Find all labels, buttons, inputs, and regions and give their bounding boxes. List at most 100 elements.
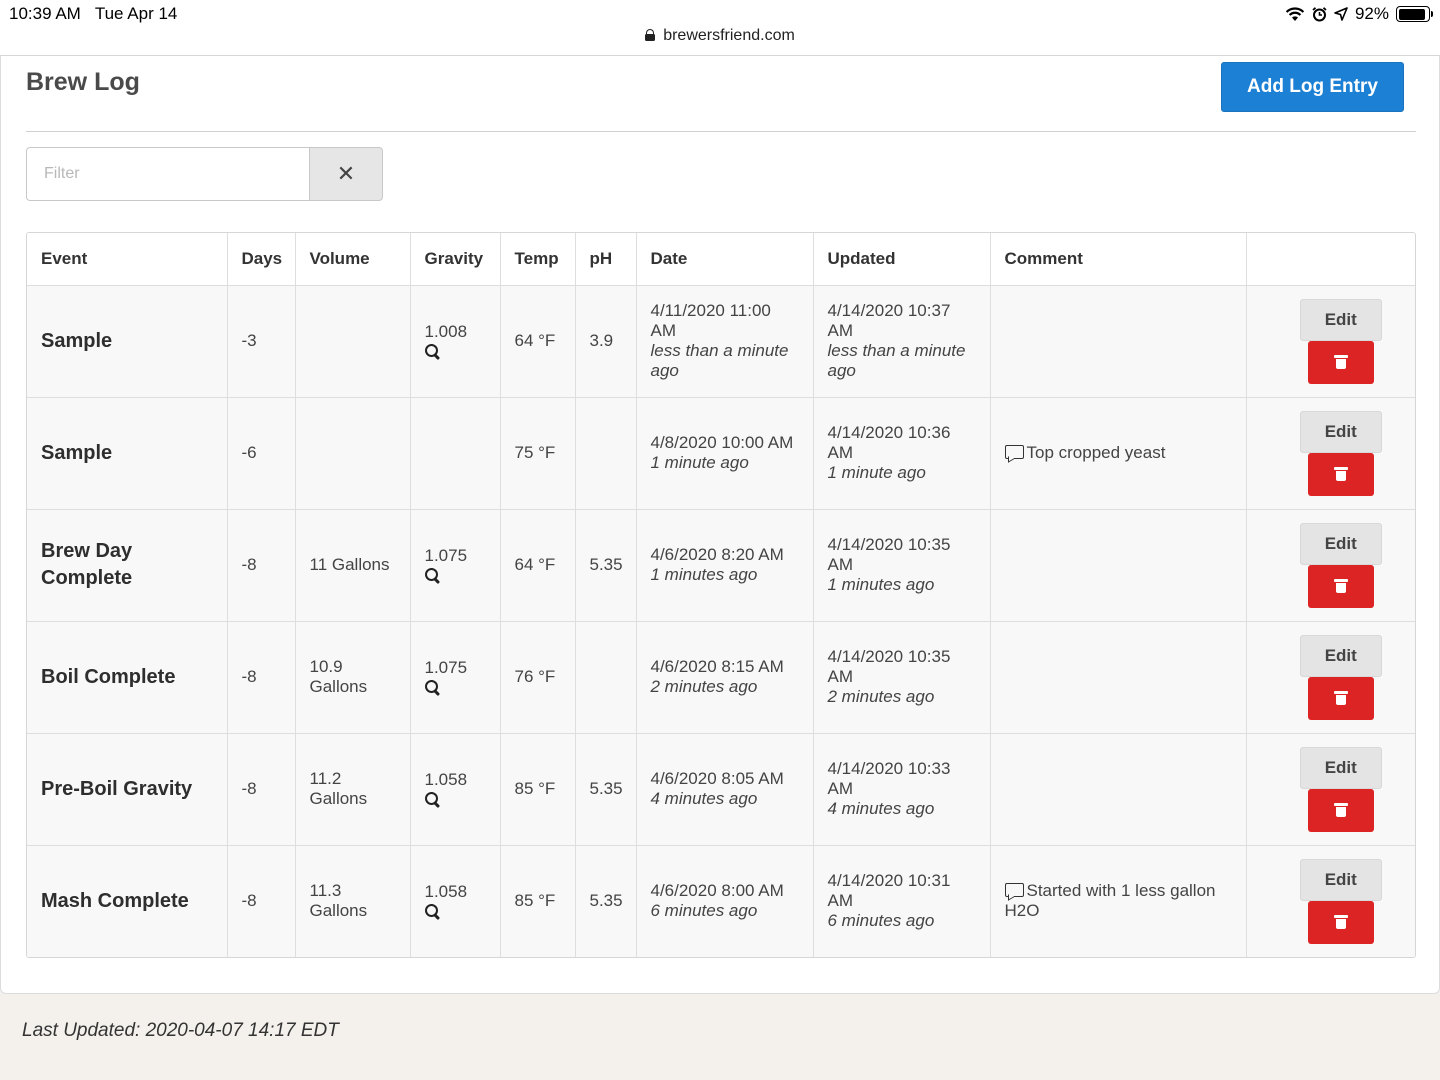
cell-volume: 11 Gallons bbox=[295, 509, 411, 622]
date-value: 4/6/2020 8:20 AM bbox=[650, 545, 784, 564]
row-actions: Edit bbox=[1265, 858, 1416, 944]
header-volume[interactable]: Volume bbox=[295, 233, 411, 286]
header-comment[interactable]: Comment bbox=[990, 233, 1247, 286]
comment-text: Started with 1 less gallon H2O bbox=[1004, 881, 1216, 921]
brew-log-card: Brew Log Add Log Entry ✕ Event Days Volu… bbox=[0, 56, 1440, 994]
cell-event: Pre-Boil Gravity bbox=[27, 733, 228, 846]
trash-icon bbox=[1333, 691, 1348, 705]
cell-temp: 85 °F bbox=[500, 733, 576, 846]
table-row: Brew Day Complete -8 11 Gallons 1.075 64 °F 5… bbox=[27, 509, 1416, 622]
updated-relative: less than a minute ago bbox=[827, 341, 966, 380]
url-text: brewersfriend.com bbox=[663, 27, 795, 44]
cell-days: -6 bbox=[227, 397, 296, 510]
updated-value: 4/14/2020 10:31 AM bbox=[827, 871, 951, 911]
table-row: Pre-Boil Gravity -8 11.2 Gallons 1.058 85 °F… bbox=[27, 733, 1416, 846]
location-icon bbox=[1334, 7, 1348, 21]
date-value: 4/6/2020 8:05 AM bbox=[650, 769, 784, 788]
edit-button[interactable]: Edit bbox=[1299, 522, 1382, 565]
status-date: Tue Apr 14 bbox=[94, 4, 178, 23]
date-relative: 1 minute ago bbox=[650, 453, 749, 472]
cell-volume bbox=[295, 397, 411, 510]
filter-clear-button[interactable]: ✕ bbox=[309, 147, 383, 201]
cell-comment: Top cropped yeast bbox=[990, 397, 1247, 510]
status-bar: 10:39 AM Tue Apr 14 92% brewersfriend.com bbox=[0, 0, 1440, 56]
address-bar[interactable]: brewersfriend.com bbox=[0, 27, 1440, 45]
cell-gravity: 1.058 bbox=[410, 733, 501, 846]
search-icon[interactable] bbox=[424, 568, 441, 584]
date-relative: 4 minutes ago bbox=[650, 789, 758, 808]
table-row: Sample -6 75 °F 4/8/2020 10:00 AM 1 minute a… bbox=[27, 397, 1416, 510]
cell-temp: 75 °F bbox=[500, 397, 576, 510]
header-date[interactable]: Date bbox=[636, 233, 814, 286]
header-days[interactable]: Days bbox=[227, 233, 296, 286]
cell-actions: Edit bbox=[1246, 845, 1416, 957]
cell-ph: 5.35 bbox=[575, 509, 637, 622]
cell-comment bbox=[990, 509, 1247, 622]
row-actions: Edit bbox=[1265, 746, 1416, 832]
row-actions: Edit bbox=[1265, 522, 1416, 608]
cell-date: 4/8/2020 10:00 AM 1 minute ago bbox=[636, 397, 814, 510]
cell-volume: 11.2 Gallons bbox=[295, 733, 411, 846]
comment-text: Top cropped yeast bbox=[1026, 443, 1166, 462]
battery-level bbox=[1398, 8, 1426, 20]
search-icon[interactable] bbox=[424, 344, 441, 360]
header-updated[interactable]: Updated bbox=[813, 233, 991, 286]
cell-ph: 5.35 bbox=[575, 733, 637, 846]
cell-gravity: 1.075 bbox=[410, 621, 501, 734]
add-log-entry-button[interactable]: Add Log Entry bbox=[1221, 62, 1404, 112]
cell-gravity: 1.058 bbox=[410, 845, 501, 957]
cell-date: 4/11/2020 11:00 AM less than a minute ago bbox=[636, 285, 814, 398]
divider bbox=[26, 131, 1416, 132]
filter-input[interactable] bbox=[26, 147, 309, 201]
trash-icon bbox=[1333, 467, 1348, 481]
header-ph[interactable]: pH bbox=[575, 233, 637, 286]
table-row: Boil Complete -8 10.9 Gallons 1.075 76 °F 4/6… bbox=[27, 621, 1415, 734]
updated-relative: 1 minutes ago bbox=[827, 575, 935, 594]
delete-button[interactable] bbox=[1307, 676, 1374, 720]
edit-button[interactable]: Edit bbox=[1299, 858, 1382, 901]
cell-actions: Edit bbox=[1246, 285, 1415, 398]
header-temp[interactable]: Temp bbox=[500, 233, 576, 286]
cell-date: 4/6/2020 8:05 AM 4 minutes ago bbox=[636, 733, 814, 846]
edit-button[interactable]: Edit bbox=[1299, 410, 1382, 453]
edit-button[interactable]: Edit bbox=[1299, 746, 1382, 789]
delete-button[interactable] bbox=[1307, 564, 1374, 608]
edit-button[interactable]: Edit bbox=[1299, 298, 1382, 341]
delete-button[interactable] bbox=[1307, 788, 1374, 832]
date-relative: 6 minutes ago bbox=[650, 901, 758, 921]
updated-value: 4/14/2020 10:37 AM bbox=[827, 301, 951, 340]
status-clock: 10:39 AM Tue Apr 14 bbox=[9, 4, 191, 24]
cell-gravity bbox=[410, 397, 501, 510]
search-icon[interactable] bbox=[424, 904, 441, 920]
header-gravity[interactable]: Gravity bbox=[410, 233, 501, 286]
search-icon[interactable] bbox=[424, 680, 441, 696]
row-actions: Edit bbox=[1265, 410, 1416, 496]
cell-gravity: 1.008 bbox=[410, 285, 501, 398]
battery-percent: 92% bbox=[1354, 4, 1389, 23]
cell-days: -8 bbox=[227, 845, 296, 957]
cell-comment: Started with 1 less gallon H2O bbox=[990, 845, 1247, 957]
cell-actions: Edit bbox=[1246, 733, 1416, 846]
updated-relative: 2 minutes ago bbox=[827, 687, 935, 706]
page-title: Brew Log bbox=[26, 68, 140, 96]
trash-icon bbox=[1333, 579, 1348, 593]
header-event[interactable]: Event bbox=[27, 233, 228, 286]
gravity-value: 1.008 bbox=[424, 322, 468, 341]
cell-ph bbox=[575, 397, 637, 510]
updated-value: 4/14/2020 10:35 AM bbox=[827, 647, 951, 686]
cell-days: -3 bbox=[227, 285, 296, 398]
date-relative: 2 minutes ago bbox=[650, 677, 758, 696]
table-row: Mash Complete -8 11.3 Gallons 1.058 85 °F 5.3… bbox=[27, 845, 1416, 957]
battery-icon bbox=[1396, 6, 1433, 22]
search-icon[interactable] bbox=[424, 792, 441, 808]
table-header-row: Event Days Volume Gravity Temp pH Date U… bbox=[27, 233, 1415, 286]
trash-icon bbox=[1333, 803, 1348, 817]
edit-button[interactable]: Edit bbox=[1299, 634, 1382, 677]
alarm-icon bbox=[1312, 6, 1327, 21]
close-icon: ✕ bbox=[336, 161, 356, 186]
cell-comment bbox=[990, 733, 1247, 846]
delete-button[interactable] bbox=[1307, 340, 1374, 384]
cell-event: Sample bbox=[27, 397, 228, 510]
delete-button[interactable] bbox=[1307, 900, 1374, 944]
delete-button[interactable] bbox=[1307, 452, 1374, 496]
